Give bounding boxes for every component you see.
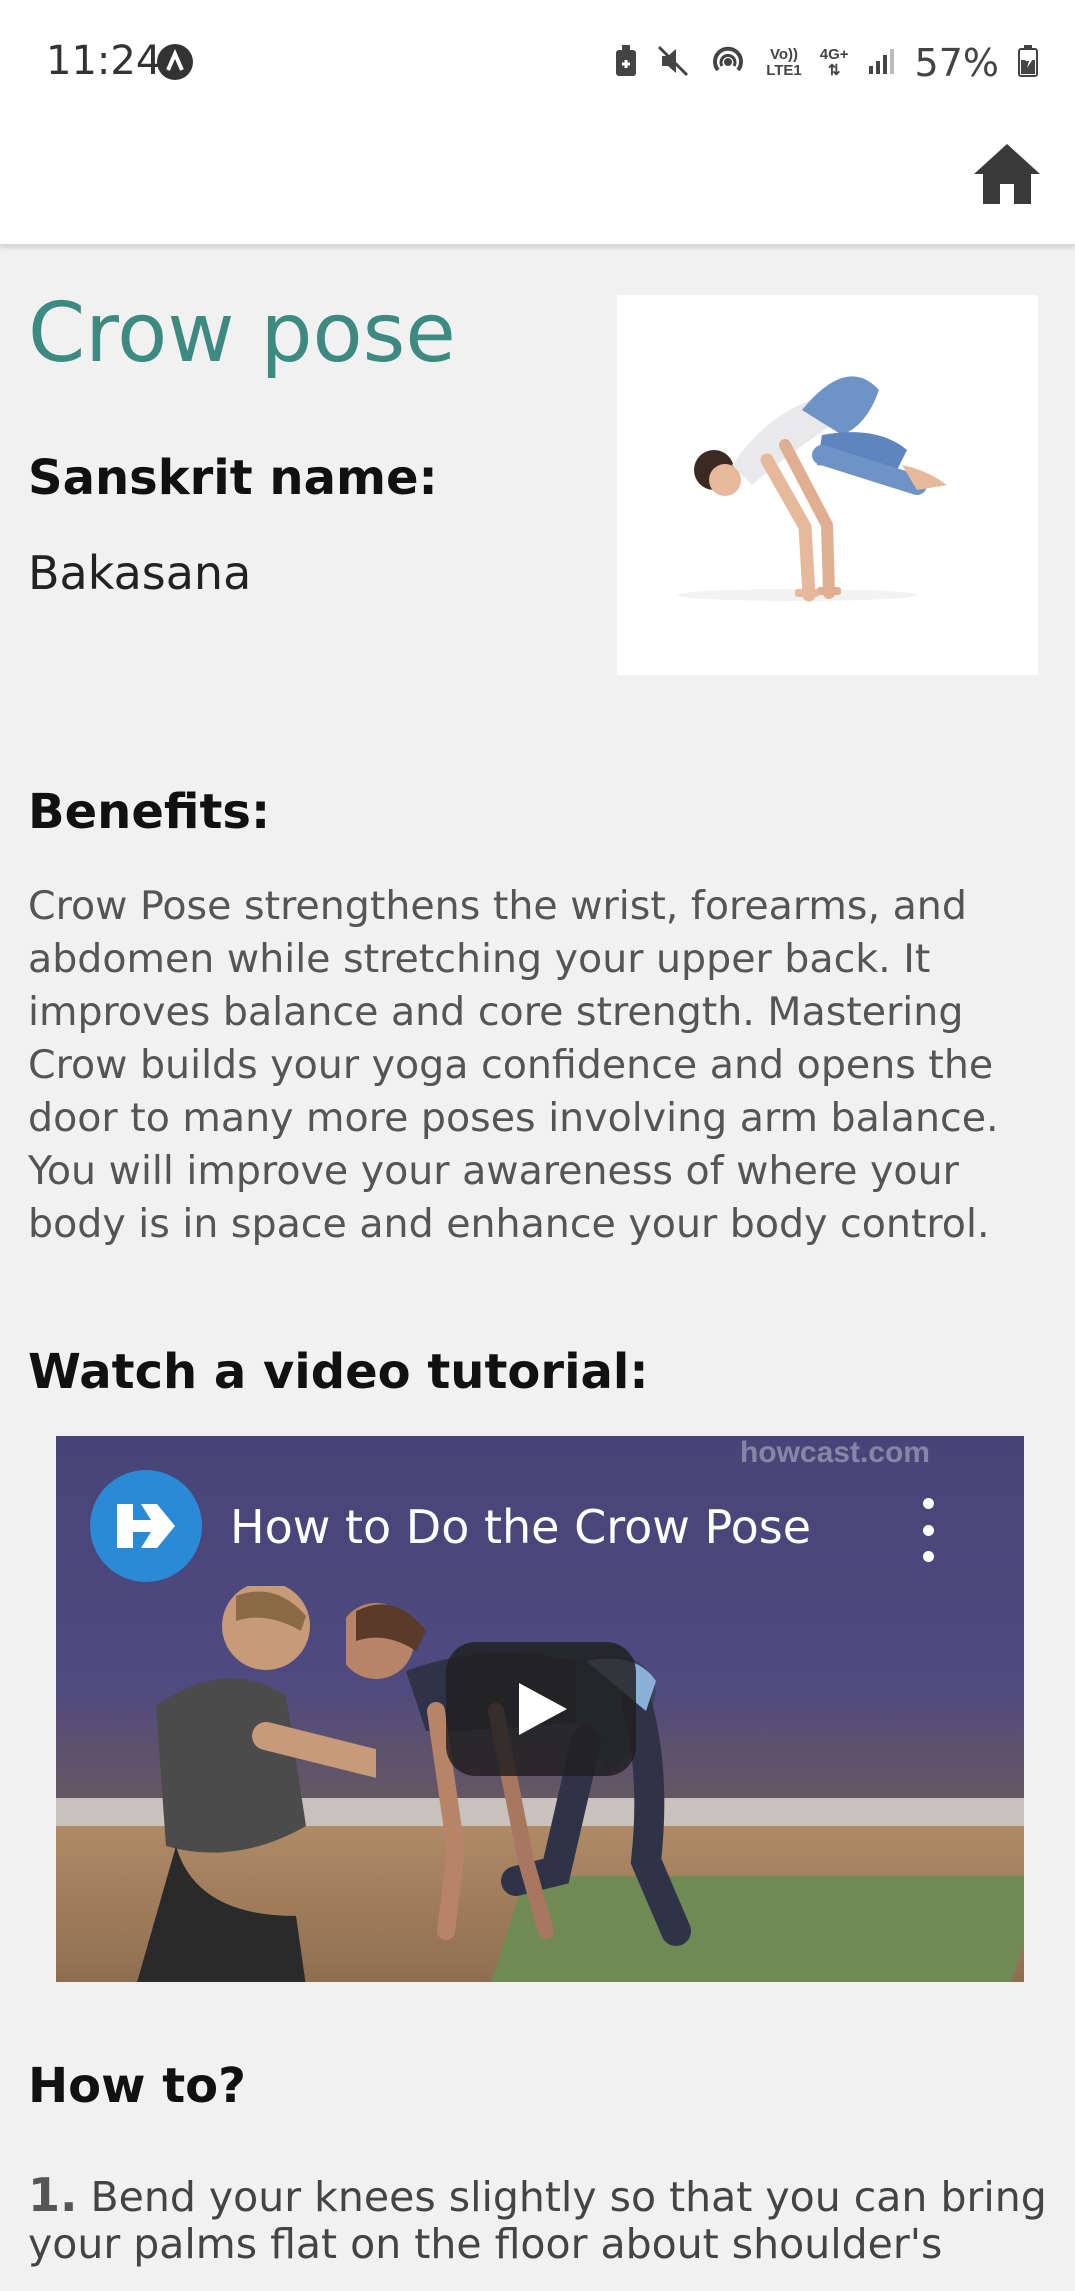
signal-icon <box>867 46 897 81</box>
battery-percent: 57% <box>914 41 999 85</box>
status-time: 11:24 <box>46 38 162 84</box>
step-item-continued: your palms flat on the floor about shoul… <box>28 2220 1068 2268</box>
battery-icon <box>1017 44 1039 83</box>
mute-icon <box>656 44 690 83</box>
play-icon <box>519 1683 567 1735</box>
app-bar <box>0 124 1075 246</box>
home-button[interactable] <box>967 134 1047 214</box>
step-text-line: your palms flat on the floor about shoul… <box>28 2220 943 2268</box>
home-icon <box>974 144 1040 204</box>
step-text-line: Bend your knees slightly so that you can… <box>77 2173 1047 2221</box>
page-title: Crow pose <box>28 286 456 381</box>
video-player[interactable]: howcast.com How to Do the Crow Pose <box>56 1436 1024 1982</box>
howto-heading: How to? <box>28 2058 246 2114</box>
assistant-icon <box>157 44 193 80</box>
play-button[interactable] <box>446 1642 636 1776</box>
step-item: 1. Bend your knees slightly so that you … <box>28 2168 1068 2222</box>
hotspot-icon <box>708 44 748 83</box>
howcast-logo-icon[interactable] <box>90 1470 202 1582</box>
network-type: 4G+ ⇅ <box>819 46 849 79</box>
status-bar: 11:24 Vo)) LTE1 4G+ ⇅ 57% <box>0 0 1075 124</box>
sanskrit-value: Bakasana <box>28 546 252 600</box>
benefits-text: Crow Pose strengthens the wrist, forearm… <box>28 883 999 1247</box>
video-watermark: howcast.com <box>739 1436 930 1469</box>
benefits-heading: Benefits: <box>28 784 271 840</box>
more-vert-icon[interactable] <box>908 1498 948 1562</box>
volte-indicator: Vo)) LTE1 <box>766 46 802 79</box>
video-title[interactable]: How to Do the Crow Pose <box>230 1500 811 1554</box>
step-number: 1. <box>28 2168 78 2222</box>
battery-saver-icon <box>614 44 638 83</box>
pose-image <box>617 295 1038 675</box>
video-heading: Watch a video tutorial: <box>28 1344 649 1400</box>
video-instructor-figure <box>137 1586 376 1982</box>
sanskrit-heading: Sanskrit name: <box>28 450 438 506</box>
status-icons: Vo)) LTE1 4G+ ⇅ 57% <box>614 40 1039 86</box>
